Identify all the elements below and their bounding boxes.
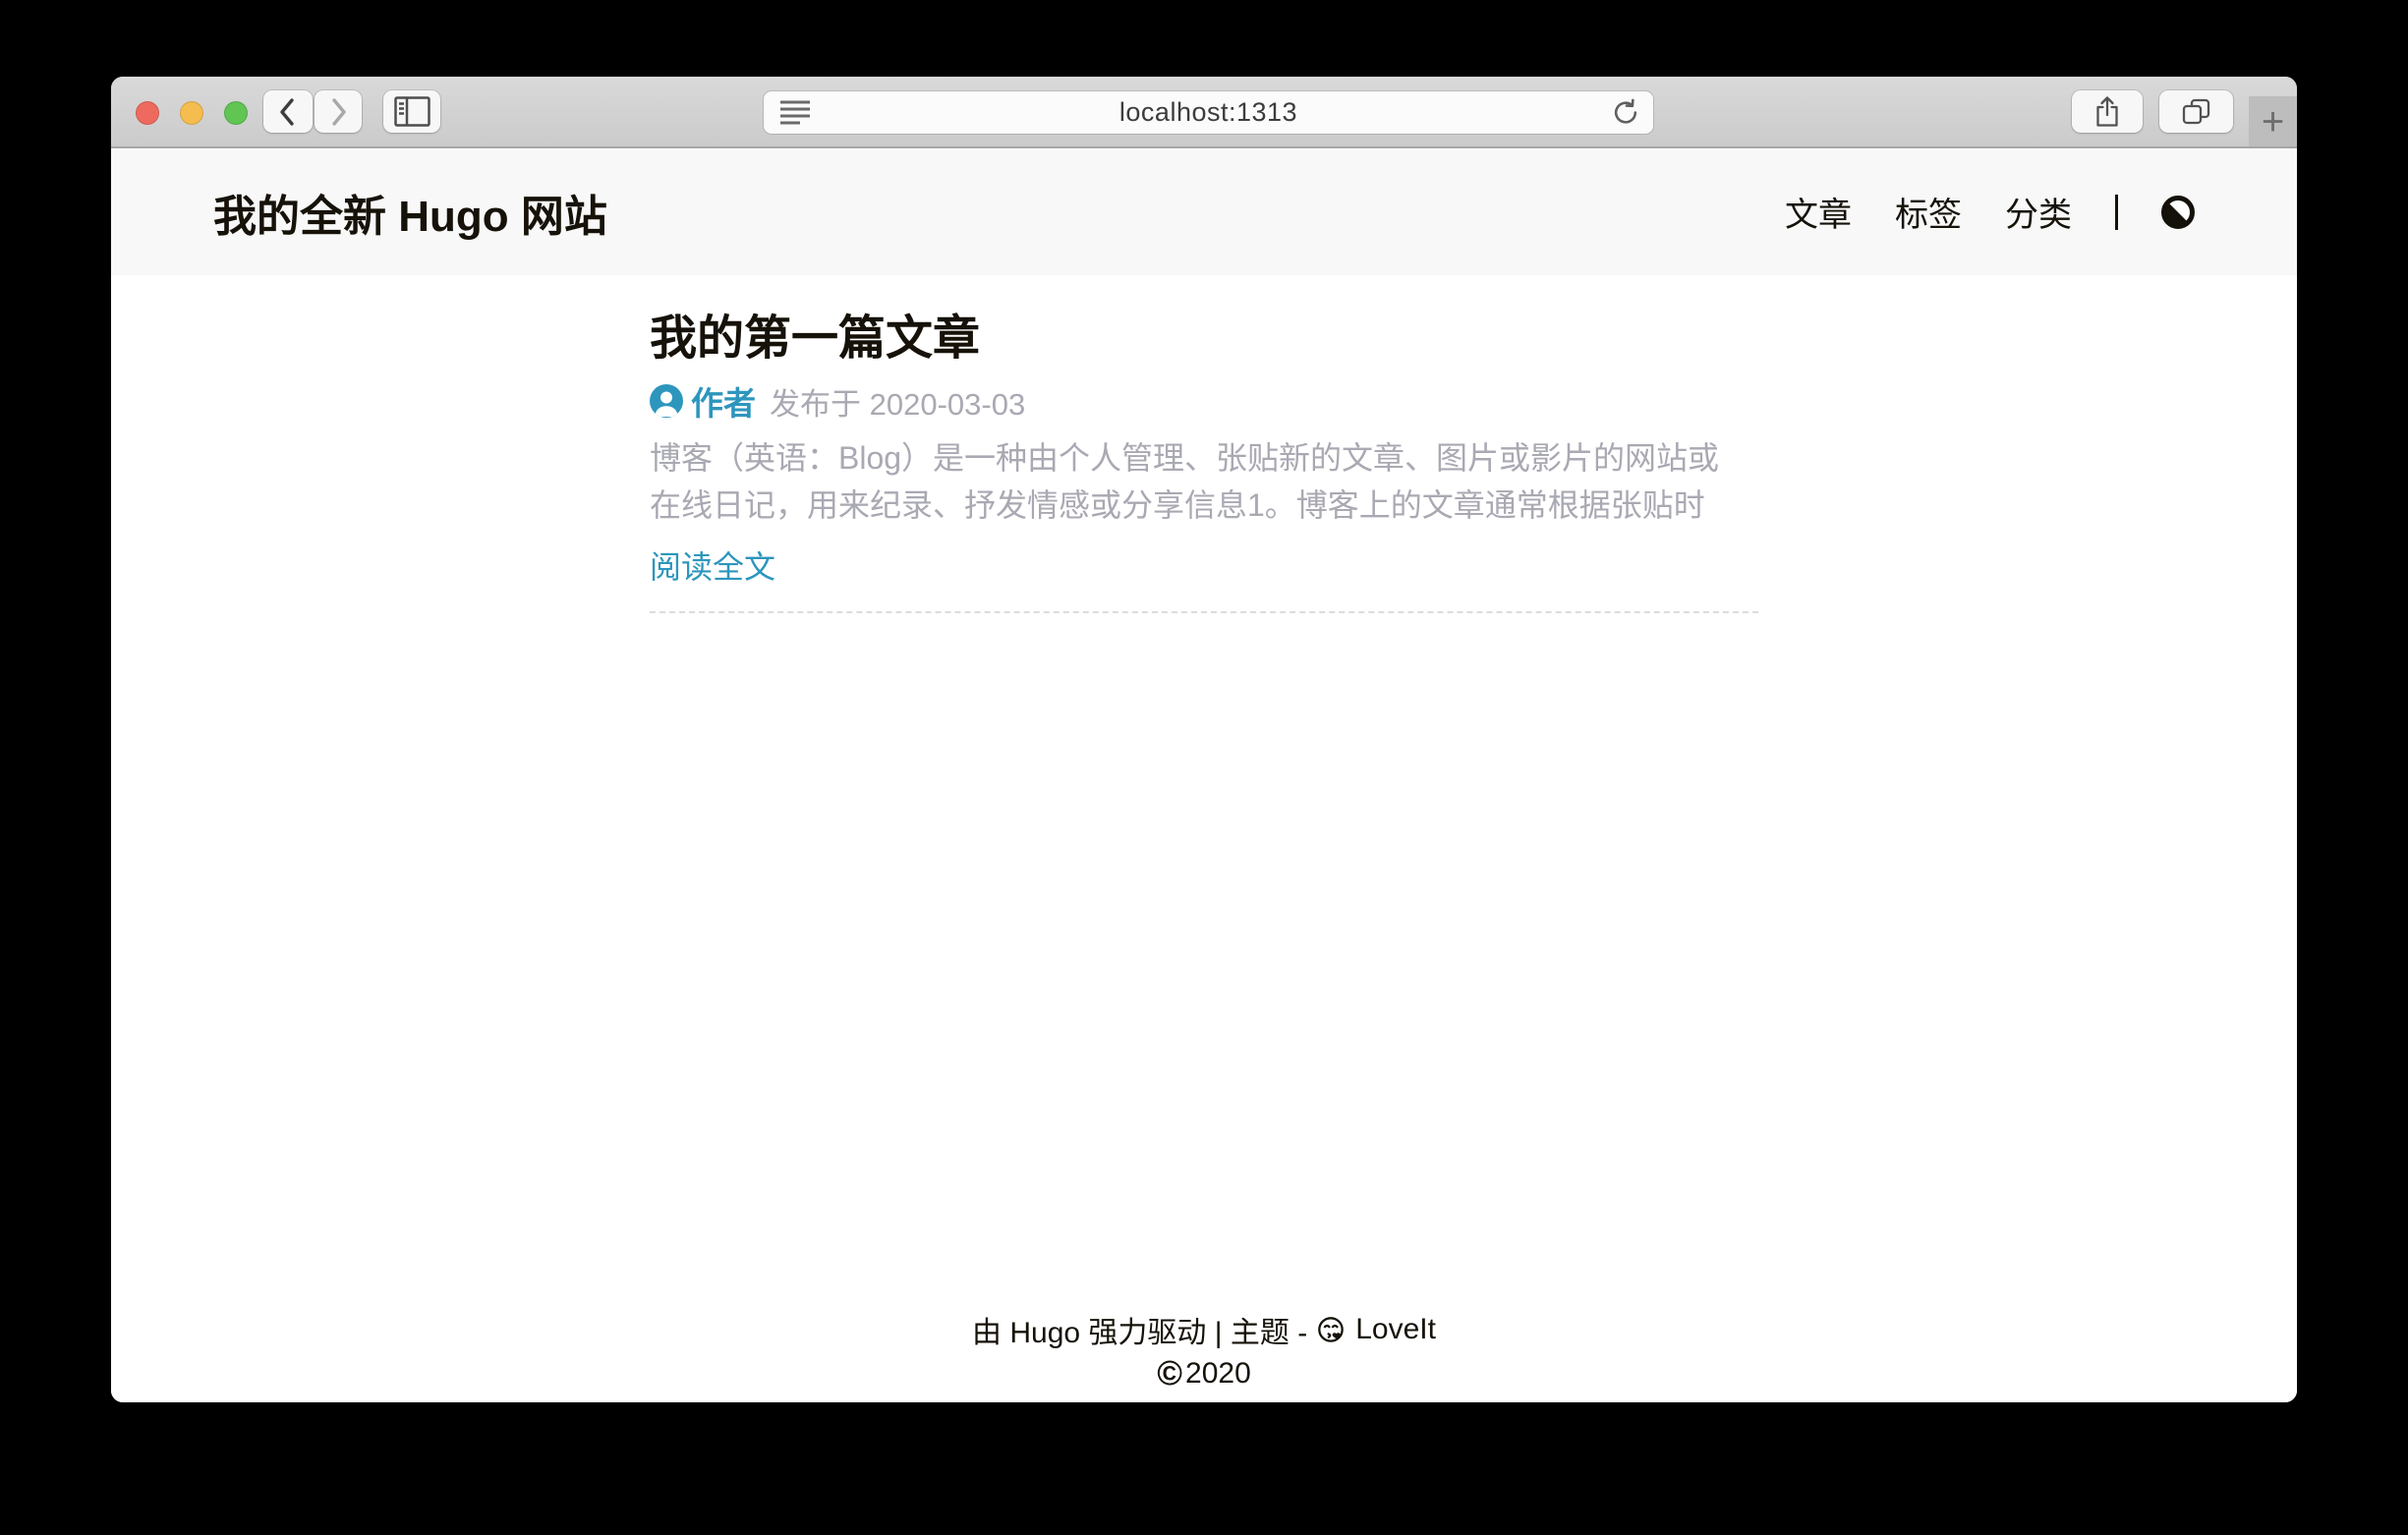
site-title-link[interactable]: 我的全新 Hugo 网站: [213, 181, 607, 244]
page-main: 我的第一篇文章 作者 发布于 2020-03-03 博客（英语: [111, 275, 2297, 1402]
publish-date: 发布于 2020-03-03: [770, 379, 1025, 424]
author-link[interactable]: 作者: [691, 377, 756, 425]
chevron-left-icon: [275, 95, 301, 129]
chevron-right-icon: [325, 95, 351, 129]
theme-link[interactable]: LoveIt: [1355, 1313, 1436, 1346]
share-button[interactable]: [2072, 90, 2143, 133]
post-summary: 博客（英语：Blog）是一种由个人管理、张贴新的文章、图片或影片的网站或 在线日…: [650, 434, 1758, 529]
footer-copyright-line: © 2020: [111, 1356, 2297, 1391]
refresh-icon[interactable]: [1611, 97, 1641, 128]
powered-text: 由 Hugo 强力驱动 | 主题 -: [972, 1308, 1307, 1351]
address-bar[interactable]: localhost:1313: [764, 91, 1653, 134]
read-more-link[interactable]: 阅读全文: [650, 542, 775, 588]
kiss-wink-heart-icon: [1316, 1315, 1347, 1345]
tabs-icon: [2180, 96, 2212, 127]
footer-powered-line: 由 Hugo 强力驱动 | 主题 - LoveIt: [111, 1308, 2297, 1351]
browser-window: localhost:1313: [111, 77, 2297, 1402]
site-nav: 文章 标签 分类: [1785, 188, 2195, 236]
theme-toggle-icon[interactable]: [2161, 196, 2195, 229]
share-icon: [2093, 95, 2121, 129]
plus-icon: +: [2262, 102, 2284, 142]
nav-item-tags[interactable]: 标签: [1895, 188, 1962, 236]
post-divider: [650, 611, 1758, 613]
window-controls: [136, 101, 248, 125]
nav-divider: [2115, 195, 2118, 230]
sidebar-toggle-button[interactable]: [383, 90, 440, 133]
summary-line: 在线日记，用来纪录、抒发情感或分享信息1。博客上的文章通常根据张贴时: [650, 482, 1758, 529]
site-header: 我的全新 Hugo 网站 文章 标签 分类: [111, 148, 2297, 275]
url-text: localhost:1313: [764, 91, 1653, 134]
copyright-icon: ©: [1157, 1356, 1182, 1391]
nav-item-posts[interactable]: 文章: [1785, 188, 1852, 236]
minimize-window-button[interactable]: [180, 101, 203, 125]
nav-item-categories[interactable]: 分类: [2005, 188, 2072, 236]
tab-overview-button[interactable]: [2159, 90, 2233, 133]
author-icon: [650, 384, 683, 418]
site-footer: 由 Hugo 强力驱动 | 主题 - LoveIt © 2020: [111, 1308, 2297, 1391]
post-summary-card: 我的第一篇文章 作者 发布于 2020-03-03 博客（英语: [650, 275, 1758, 613]
copyright-year: 2020: [1185, 1357, 1251, 1391]
zoom-window-button[interactable]: [224, 101, 248, 125]
back-button[interactable]: [263, 90, 313, 133]
post-title-link[interactable]: 我的第一篇文章: [650, 311, 1758, 368]
forward-button[interactable]: [315, 90, 362, 133]
sidebar-icon: [394, 96, 430, 127]
post-meta: 作者 发布于 2020-03-03: [650, 383, 1758, 419]
new-tab-button[interactable]: +: [2249, 96, 2297, 146]
summary-line: 博客（英语：Blog）是一种由个人管理、张贴新的文章、图片或影片的网站或: [650, 434, 1758, 482]
browser-toolbar: localhost:1313: [111, 77, 2297, 148]
close-window-button[interactable]: [136, 101, 159, 125]
